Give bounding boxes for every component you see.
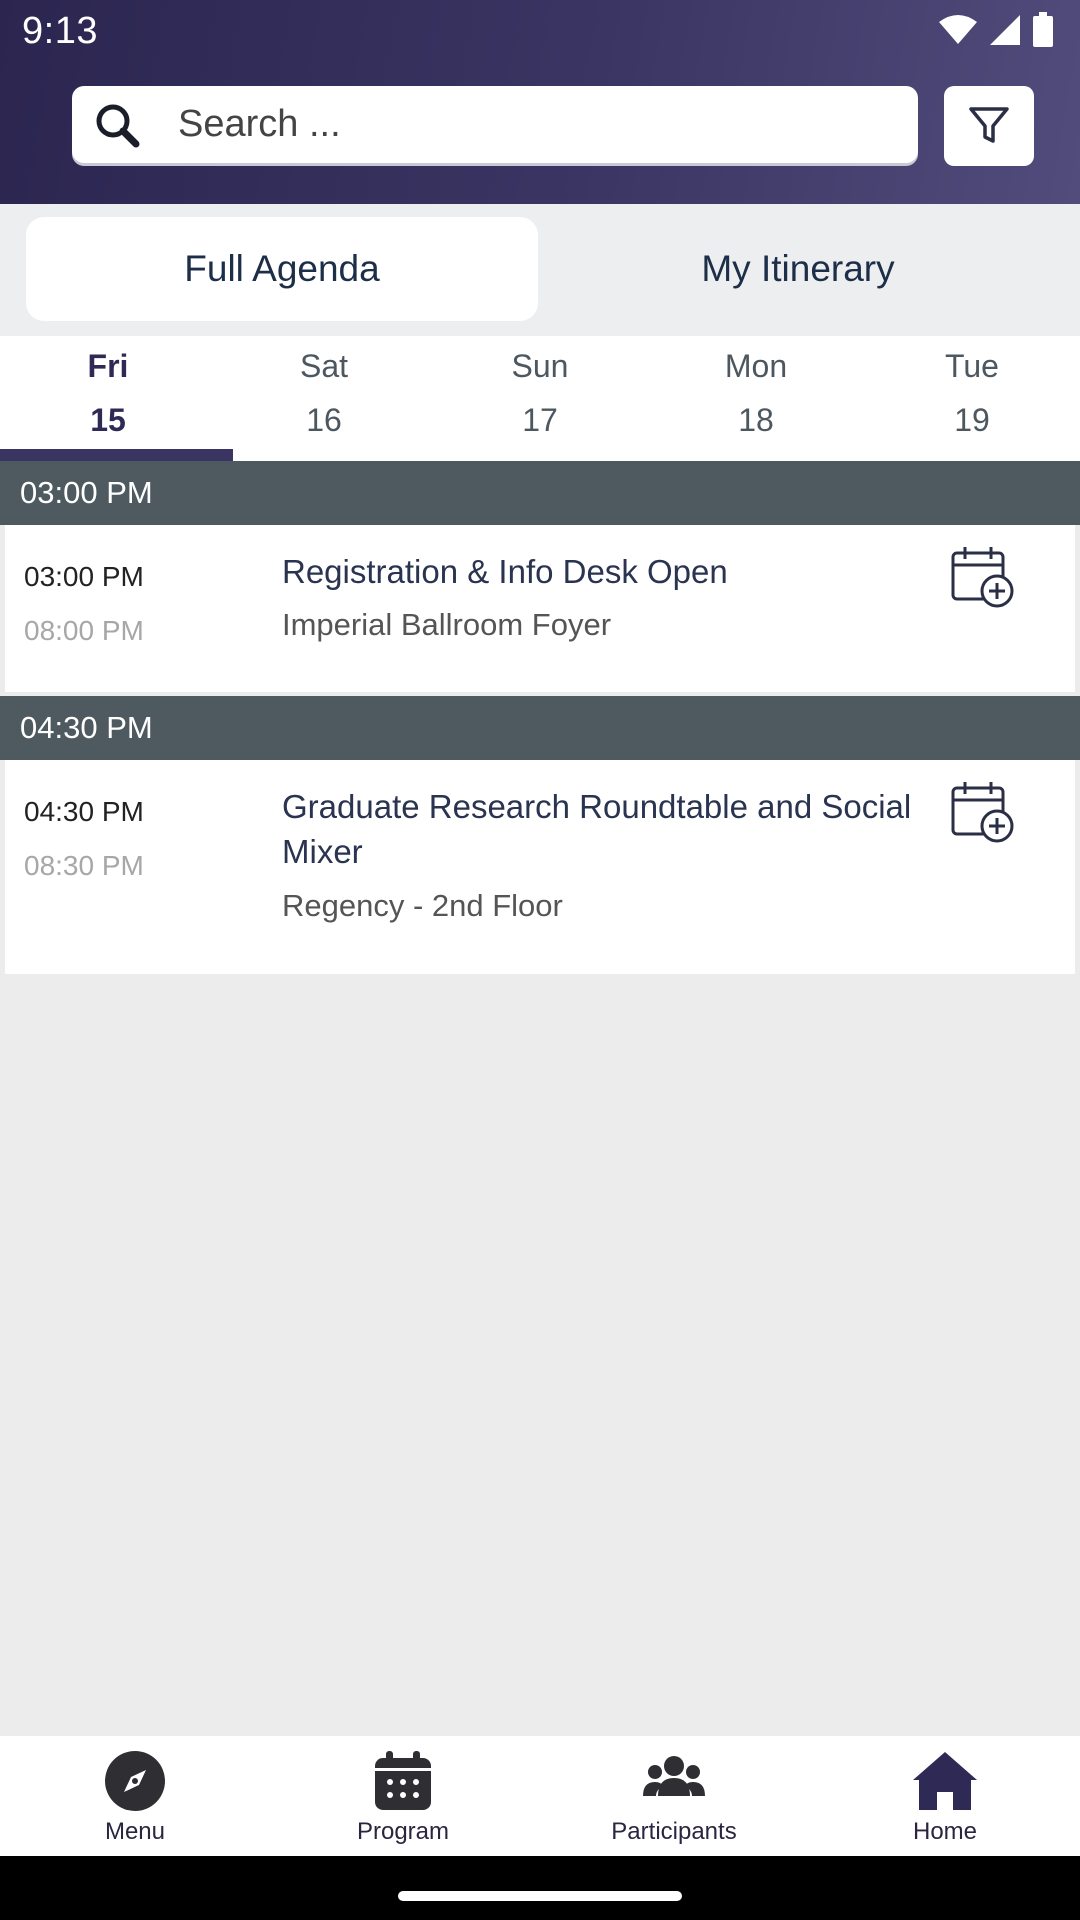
day-number: 18 [738,402,774,438]
day-tab-sun[interactable]: Sun 17 [432,336,648,461]
nav-participants[interactable]: Participants [539,1736,809,1856]
day-name: Sat [299,348,349,384]
battery-icon [1033,12,1053,47]
system-navigation-bar [0,1856,1080,1920]
session-end-time: 08:30 PM [24,850,144,881]
add-to-calendar-icon[interactable] [949,778,1015,844]
day-tab-sat[interactable]: Sat 16 [216,336,432,461]
session-end-time: 08:00 PM [24,615,144,646]
tab-my-itinerary[interactable]: My Itinerary [542,217,1054,321]
session-title: Registration & Info Desk Open [282,553,728,590]
home-icon [913,1752,977,1810]
nav-label: Participants [611,1818,737,1845]
session-title: Graduate Research Roundtable and Social … [282,788,912,870]
bottom-navigation: Menu Program Participants Home [0,1736,1080,1856]
search-box[interactable] [72,86,918,163]
session-card[interactable]: 03:00 PM 08:00 PM Registration & Info De… [5,525,1075,692]
active-day-indicator [0,449,233,461]
people-icon [643,1756,705,1796]
search-icon [96,104,140,148]
session-card[interactable]: 04:30 PM 08:30 PM Graduate Research Roun… [5,760,1075,974]
wifi-icon [939,15,977,44]
calendar-icon [375,1751,431,1810]
nav-label: Program [356,1818,450,1845]
status-bar: 9:13 [0,0,1080,66]
day-name: Mon [724,348,788,384]
add-to-calendar-icon[interactable] [949,543,1015,609]
time-slot-header: 03:00 PM [0,461,1080,525]
day-name: Fri [87,348,129,384]
app-header: 9:13 [0,0,1080,204]
day-name: Tue [945,348,999,384]
home-gesture-pill[interactable] [398,1891,682,1901]
filter-button[interactable] [944,86,1034,166]
signal-icon [990,15,1020,45]
nav-home[interactable]: Home [810,1736,1080,1856]
day-tab-fri[interactable]: Fri 15 [0,336,216,461]
nav-label: Home [912,1818,978,1845]
time-slot-header: 04:30 PM [0,696,1080,760]
day-number: 15 [90,402,126,438]
session-room: Regency - 2nd Floor [282,888,563,923]
status-icons [938,12,1054,48]
status-time: 9:13 [22,10,98,52]
nav-menu[interactable]: Menu [0,1736,270,1856]
compass-icon [105,1751,165,1811]
day-tab-tue[interactable]: Tue 19 [864,336,1080,461]
day-tab-mon[interactable]: Mon 18 [648,336,864,461]
day-name: Sun [511,348,569,384]
day-number: 16 [306,402,342,438]
session-room: Imperial Ballroom Foyer [282,607,612,642]
search-input[interactable] [178,86,878,163]
session-start-time: 04:30 PM [24,796,144,827]
agenda-segmented-control: Full Agenda My Itinerary [0,204,1080,336]
day-tabs: Fri 15 Sat 16 Sun 17 Mon 18 Tue 19 [0,336,1080,461]
nav-program[interactable]: Program [268,1736,538,1856]
day-number: 17 [522,402,558,438]
day-number: 19 [954,402,990,438]
filter-icon [969,107,1009,143]
session-start-time: 03:00 PM [24,561,144,592]
tab-full-agenda[interactable]: Full Agenda [26,217,538,321]
nav-label: Menu [104,1818,166,1845]
